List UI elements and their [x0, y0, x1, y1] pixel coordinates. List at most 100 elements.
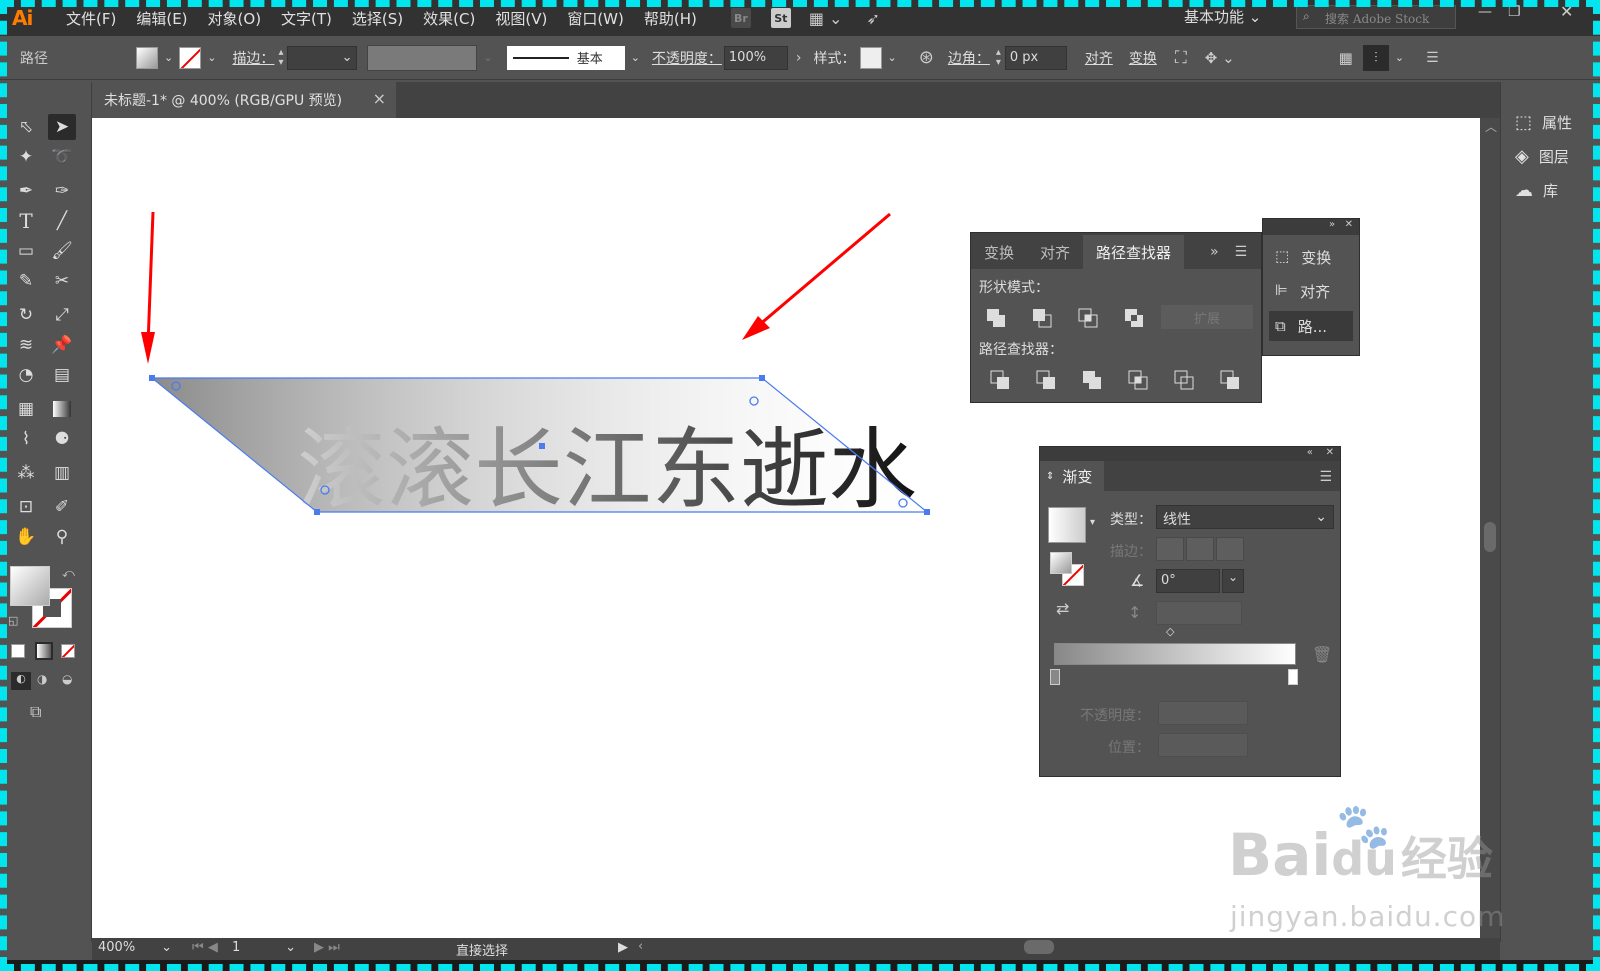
fill-swatch[interactable] — [136, 46, 158, 69]
scissors-tool-icon[interactable]: ✂ — [48, 268, 76, 294]
artboard-nav-next-icon[interactable]: ▶ ⏭ — [314, 940, 340, 955]
tab-gradient[interactable]: ⇕ 渐变 — [1040, 461, 1105, 491]
puppet-warp-tool-icon[interactable]: 📌 — [48, 332, 76, 358]
swap-fill-stroke-icon[interactable]: ⤺ — [62, 566, 75, 581]
stock-button[interactable]: St — [770, 8, 791, 28]
selection-tool-icon[interactable]: ⬁ — [12, 114, 40, 140]
screen-mode-icon[interactable]: ⧉ — [30, 702, 41, 722]
puppet-warp-icon[interactable]: ✥ ⌄ — [1205, 49, 1235, 67]
perspective-grid-tool-icon[interactable]: ▤ — [48, 362, 76, 388]
gradient-mode-button[interactable] — [35, 642, 53, 660]
type-tool-icon[interactable]: T — [12, 208, 40, 234]
reverse-gradient-icon[interactable]: ⇄ — [1056, 599, 1069, 618]
mini-pathfinder-item[interactable]: ⧉ 路... — [1269, 311, 1353, 341]
draw-behind-icon[interactable]: ◑ — [37, 672, 47, 686]
workspace-switcher[interactable]: 基本功能 ⌄ — [1184, 6, 1261, 27]
gradient-collapse-icon[interactable]: « — [1307, 447, 1313, 458]
menu-help[interactable]: 帮助(H) — [644, 8, 697, 29]
menu-type[interactable]: 文字(T) — [281, 8, 332, 29]
anchor-point[interactable] — [759, 375, 765, 381]
expand-button[interactable]: 扩展 — [1161, 305, 1253, 329]
hand-tool-icon[interactable]: ✋ — [12, 524, 40, 550]
canvas-text[interactable]: 滚滚长江东逝水 — [297, 418, 917, 521]
divide-icon[interactable] — [989, 369, 1011, 391]
artboard-number-field[interactable]: 1 ⌄ — [232, 940, 300, 958]
minus-back-icon[interactable] — [1219, 369, 1241, 391]
rotate-tool-icon[interactable]: ↻ — [12, 302, 40, 328]
tab-align[interactable]: 对齐 — [1027, 235, 1083, 269]
brush-dropdown-icon[interactable]: ⌄ — [631, 51, 640, 64]
feather-icon[interactable]: ➶ — [866, 9, 879, 28]
opacity-expand-icon[interactable]: › — [796, 50, 802, 66]
trim-icon[interactable] — [1035, 369, 1057, 391]
shaper-tool-icon[interactable]: ✎ — [12, 268, 40, 294]
fill-color-box[interactable] — [10, 566, 50, 606]
anchor-point[interactable] — [149, 375, 155, 381]
default-colors-icon[interactable]: ◱ — [8, 614, 18, 627]
variable-width-profile[interactable] — [367, 44, 478, 71]
slice-tool-icon[interactable]: ✐ — [48, 494, 76, 520]
close-window-button[interactable]: ✕ — [1560, 2, 1573, 21]
close-panel-icon[interactable]: ✕ — [1345, 219, 1353, 230]
lasso-tool-icon[interactable]: ➰ — [48, 144, 76, 170]
rectangle-tool-icon[interactable]: ▭ — [12, 238, 40, 264]
direct-selection-tool-icon[interactable]: ➤ — [48, 114, 76, 140]
menu-file[interactable]: 文件(F) — [66, 8, 116, 29]
style-dropdown-icon[interactable]: ⌄ — [888, 51, 897, 64]
menu-view[interactable]: 视图(V) — [495, 8, 547, 29]
column-graph-tool-icon[interactable]: ▥ — [48, 460, 76, 486]
stroke-dropdown-icon[interactable]: ⌄ — [207, 51, 216, 64]
recolor-icon[interactable]: ⊛ — [919, 47, 934, 68]
crop-icon[interactable] — [1127, 369, 1149, 391]
line-tool-icon[interactable]: ╱ — [48, 208, 76, 234]
libraries-panel-button[interactable]: ☁ 库 — [1515, 180, 1558, 201]
anchor-point[interactable] — [539, 443, 545, 449]
restore-button[interactable]: ❐ — [1508, 4, 1521, 20]
h-scroll-thumb[interactable] — [1024, 940, 1054, 954]
stock-search-input[interactable]: ⌕ 搜索 Adobe Stock — [1296, 5, 1456, 29]
gradient-close-icon[interactable]: ✕ — [1326, 447, 1334, 458]
panel-expand-icon[interactable]: » — [1210, 244, 1219, 260]
vertical-scrollbar[interactable]: ︿ — [1480, 118, 1500, 938]
scroll-up-icon[interactable]: ︿ — [1485, 118, 1497, 135]
unite-icon[interactable] — [985, 307, 1007, 329]
menu-window[interactable]: 窗口(W) — [567, 8, 624, 29]
scroll-thumb[interactable] — [1484, 522, 1496, 552]
panel-toggle-dropdown-icon[interactable]: ⌄ — [1395, 51, 1404, 64]
paintbrush-tool-icon[interactable]: 🖌 — [48, 238, 76, 264]
blend-tool-icon[interactable]: ⚈ — [48, 426, 76, 452]
magic-wand-tool-icon[interactable]: ✦ — [12, 144, 40, 170]
properties-panel-button[interactable]: ⬚ 属性 — [1515, 112, 1572, 133]
minimize-button[interactable]: — — [1478, 4, 1492, 20]
color-mode-button[interactable] — [11, 644, 25, 658]
intersect-icon[interactable] — [1077, 307, 1099, 329]
opacity-field[interactable]: 100% — [723, 45, 788, 70]
anchor-point[interactable] — [924, 509, 930, 515]
status-menu-icon[interactable]: ▶ — [618, 940, 628, 955]
graphic-style-swatch[interactable] — [859, 46, 882, 69]
mesh-tool-icon[interactable]: ▦ — [12, 396, 40, 422]
align-link[interactable]: 对齐 — [1085, 48, 1113, 68]
none-mode-button[interactable] — [61, 644, 75, 658]
document-tab[interactable]: 未标题-1* @ 400% (RGB/GPU 预览) × — [92, 82, 396, 118]
eyedropper-tool-icon[interactable]: ⌇ — [12, 426, 40, 452]
zoom-tool-icon[interactable]: ⚲ — [48, 524, 76, 550]
symbol-sprayer-tool-icon[interactable]: ⁂ — [12, 460, 40, 486]
zoom-field[interactable]: 400% ⌄ — [98, 940, 176, 958]
artboard-tool-icon[interactable]: ⊡ — [12, 494, 40, 520]
corner-label[interactable]: 边角： — [948, 48, 990, 68]
mini-transform-item[interactable]: ⬚ 变换 — [1275, 247, 1331, 268]
anchor-point[interactable] — [314, 509, 320, 515]
panel-toggle-icon[interactable]: ⫶ — [1362, 44, 1389, 71]
gradient-tool-icon[interactable] — [48, 396, 76, 422]
corner-radius-field[interactable]: 0 px — [1004, 45, 1067, 70]
gradient-stop-right[interactable] — [1288, 669, 1298, 685]
corner-stepper[interactable]: ▴ ▾ — [996, 47, 1001, 68]
isolate-icon[interactable]: ⛶ — [1175, 48, 1187, 68]
arrange-documents-icon[interactable]: ▦ ⌄ — [809, 9, 843, 28]
panel-menu-icon[interactable]: ☰ — [1235, 244, 1248, 260]
artboard-nav-icon[interactable]: ⏮ ◀ — [192, 940, 218, 955]
h-scroll-left-icon[interactable]: ‹ — [638, 939, 643, 954]
gradient-slider[interactable] — [1054, 643, 1296, 665]
stroke-weight-field[interactable]: ⌄ — [287, 45, 358, 70]
